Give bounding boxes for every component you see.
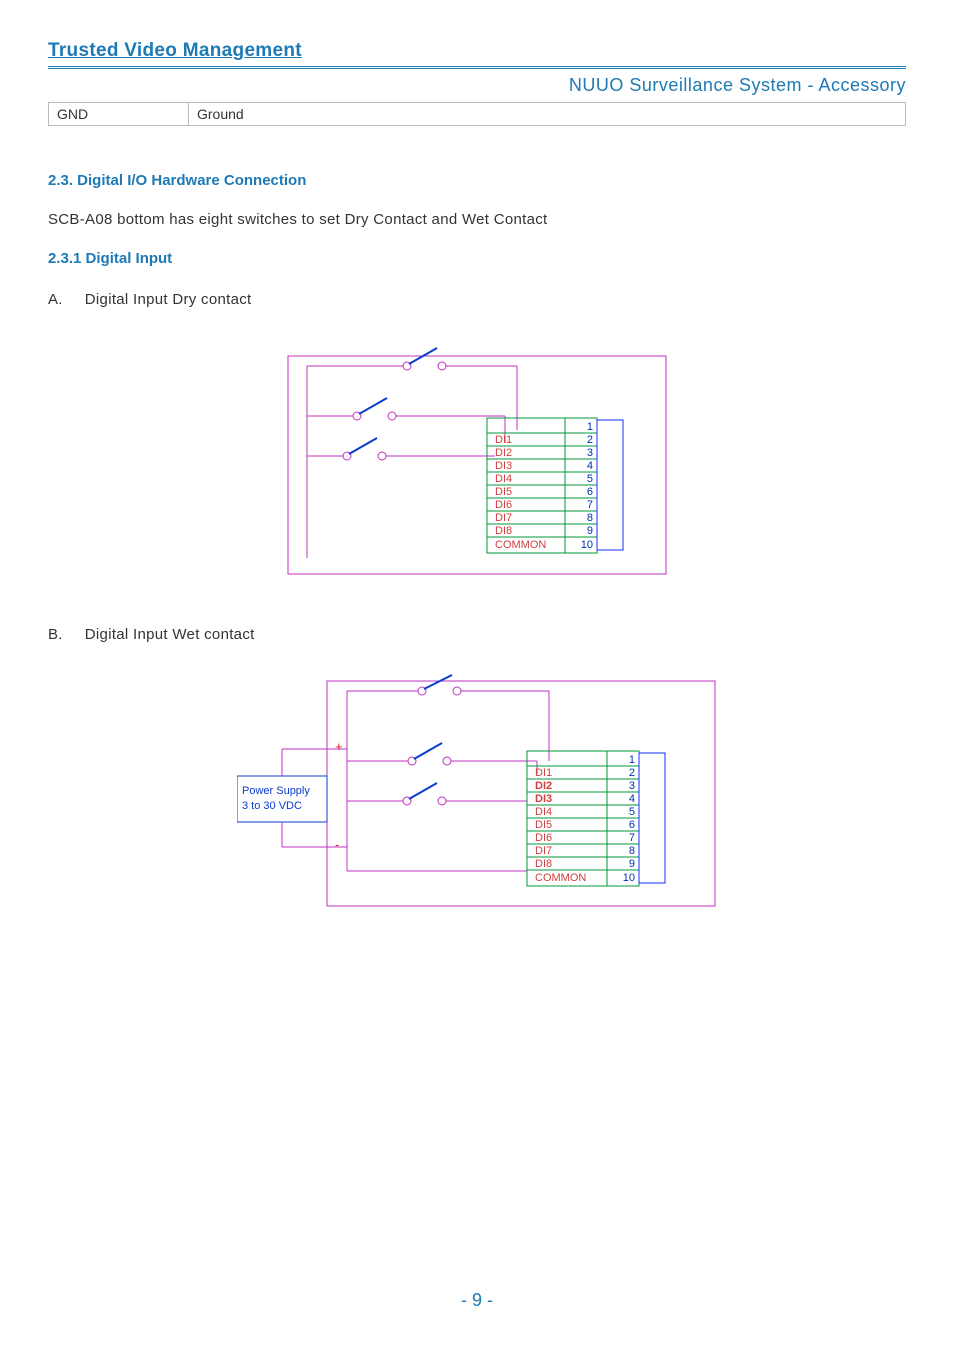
wet-contact-svg: Power Supply 3 to 30 VDC + - <box>237 671 717 911</box>
pin-label: COMMON <box>495 539 546 551</box>
list-text-b: Digital Input Wet contact <box>85 626 255 643</box>
pin-number: 7 <box>629 832 635 844</box>
page-footer: - 9 - <box>0 1290 954 1311</box>
pin-label: DI6 <box>495 499 512 511</box>
pin-label: DI3 <box>495 460 512 472</box>
pin-label: DI1 <box>495 434 512 446</box>
pin-label: DI5 <box>495 486 512 498</box>
pin-number: 9 <box>629 858 635 870</box>
pin-number: 5 <box>629 806 635 818</box>
gnd-table: GND Ground <box>48 102 906 126</box>
gnd-cell-label: GND <box>49 103 189 126</box>
pin-label: DI8 <box>495 525 512 537</box>
diagram-wet-contact: Power Supply 3 to 30 VDC + - <box>48 671 906 911</box>
power-supply-label-1: Power Supply <box>242 785 310 797</box>
pin-number: 8 <box>629 845 635 857</box>
pin-label: DI5 <box>535 819 552 831</box>
pin-label: DI7 <box>495 512 512 524</box>
pin-label: DI1 <box>535 767 552 779</box>
pin-label: DI6 <box>535 832 552 844</box>
pin-number: 1 <box>629 754 635 766</box>
pin-number: 10 <box>623 872 635 884</box>
dry-contact-svg: DI1 DI2 DI3 DI4 DI5 DI6 DI7 DI8 COMMON 1… <box>287 338 667 578</box>
pin-number: 7 <box>587 499 593 511</box>
diagram-dry-contact: DI1 DI2 DI3 DI4 DI5 DI6 DI7 DI8 COMMON 1… <box>48 338 906 578</box>
page-header: Trusted Video Management NUUO Surveillan… <box>48 40 906 96</box>
pin-label: DI8 <box>535 858 552 870</box>
pin-label: DI2 <box>535 780 552 792</box>
pin-number: 5 <box>587 473 593 485</box>
pin-number: 10 <box>581 539 593 551</box>
pin-number: 2 <box>629 767 635 779</box>
list-text-a: Digital Input Dry contact <box>85 291 252 308</box>
pin-number: 3 <box>629 780 635 792</box>
pin-number: 6 <box>629 819 635 831</box>
power-supply-label-2: 3 to 30 VDC <box>242 800 302 812</box>
pin-label: DI4 <box>535 806 552 818</box>
table-row: GND Ground <box>49 103 906 126</box>
list-item-a: A. Digital Input Dry contact <box>48 291 906 308</box>
header-title: Trusted Video Management <box>48 40 906 62</box>
section-2-3-1-heading: 2.3.1 Digital Input <box>48 250 906 267</box>
section-2-3-body: SCB-A08 bottom has eight switches to set… <box>48 211 906 228</box>
list-marker-b: B. <box>48 626 63 643</box>
pin-label: DI2 <box>495 447 512 459</box>
pin-number: 4 <box>629 793 635 805</box>
plus-symbol: + <box>335 739 343 754</box>
minus-symbol: - <box>335 837 339 852</box>
list-marker-a: A. <box>48 291 63 308</box>
pin-number: 3 <box>587 447 593 459</box>
pin-number: 2 <box>587 434 593 446</box>
pin-label: COMMON <box>535 872 586 884</box>
pin-label: DI7 <box>535 845 552 857</box>
header-subtitle: NUUO Surveillance System - Accessory <box>48 75 906 96</box>
pin-number: 8 <box>587 512 593 524</box>
pin-number: 1 <box>587 421 593 433</box>
list-item-b: B. Digital Input Wet contact <box>48 626 906 643</box>
pin-number: 9 <box>587 525 593 537</box>
header-rule <box>48 66 906 69</box>
pin-label: DI3 <box>535 793 552 805</box>
gnd-cell-value: Ground <box>189 103 906 126</box>
section-2-3-heading: 2.3. Digital I/O Hardware Connection <box>48 172 906 189</box>
pin-label: DI4 <box>495 473 512 485</box>
pin-number: 4 <box>587 460 593 472</box>
pin-number: 6 <box>587 486 593 498</box>
